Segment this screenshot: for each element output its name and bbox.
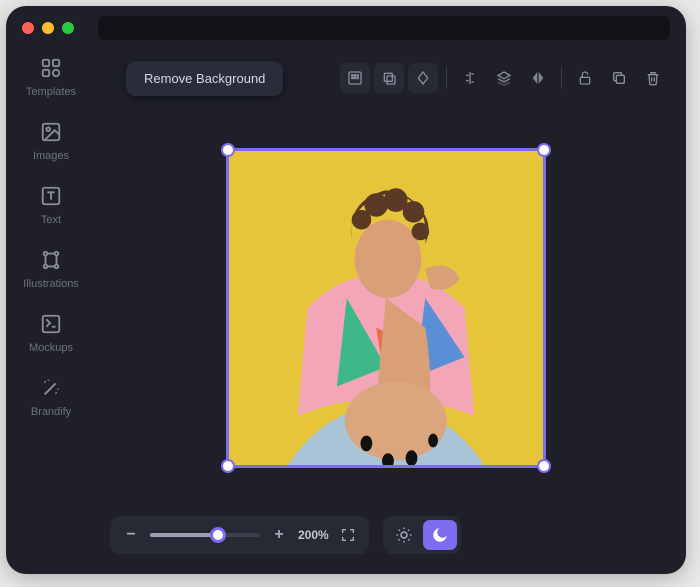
close-window-button[interactable] [22,22,34,34]
top-toolbar: Remove Background [104,50,668,106]
sidebar-item-label: Images [33,150,69,162]
sidebar-item-label: Brandify [31,406,71,418]
effects-button[interactable] [408,63,438,93]
bottom-toolbar: − + 200% [104,510,668,560]
zoom-slider-thumb[interactable] [210,527,226,543]
sidebar-item-illustrations[interactable]: Illustrations [23,248,79,290]
zoom-control: − + 200% [110,516,369,554]
dark-theme-button[interactable] [423,520,457,550]
titlebar [6,6,686,50]
photo-content [229,151,543,465]
delete-button[interactable] [638,63,668,93]
text-icon [39,184,63,208]
sidebar-item-label: Illustrations [23,278,79,290]
duplicate-button[interactable] [604,63,634,93]
background-button[interactable] [340,63,370,93]
toolbar-divider [446,67,447,89]
zoom-level-label: 200% [298,528,329,542]
sidebar-item-label: Mockups [29,342,73,354]
address-bar[interactable] [98,16,670,40]
flip-button[interactable] [523,63,553,93]
moon-icon [431,526,449,544]
maximize-window-button[interactable] [62,22,74,34]
sidebar-item-templates[interactable]: Templates [26,56,76,98]
resize-handle-top-right[interactable] [537,143,551,157]
illustrations-icon [39,248,63,272]
sidebar-item-mockups[interactable]: Mockups [29,312,73,354]
resize-handle-bottom-left[interactable] [221,459,235,473]
zoom-slider[interactable] [150,533,260,537]
toolbar-divider [561,67,562,89]
sidebar-item-brandify[interactable]: Brandify [31,376,71,418]
layers-button[interactable] [489,63,519,93]
sidebar: Templates Images Text Illustrations [6,50,96,574]
zoom-in-button[interactable]: + [270,526,288,544]
mockups-icon [39,312,63,336]
templates-icon [39,56,63,80]
resize-handle-bottom-right[interactable] [537,459,551,473]
remove-background-button[interactable]: Remove Background [126,61,283,96]
sun-icon [395,526,413,544]
fit-screen-button[interactable] [339,526,357,544]
app-window: Templates Images Text Illustrations [6,6,686,574]
image-icon [39,120,63,144]
lock-button[interactable] [570,63,600,93]
editor-area: Remove Background [96,50,686,574]
theme-toggle [383,516,461,554]
brandify-icon [39,376,63,400]
resize-handle-top-left[interactable] [221,143,235,157]
sidebar-item-label: Templates [26,86,76,98]
zoom-slider-fill [150,533,218,537]
sidebar-item-label: Text [41,214,61,226]
light-theme-button[interactable] [387,520,421,550]
sidebar-item-images[interactable]: Images [33,120,69,162]
align-button[interactable] [455,63,485,93]
selected-image[interactable] [226,148,546,468]
zoom-out-button[interactable]: − [122,526,140,544]
canvas[interactable] [104,106,668,510]
minimize-window-button[interactable] [42,22,54,34]
shadow-button[interactable] [374,63,404,93]
sidebar-item-text[interactable]: Text [39,184,63,226]
